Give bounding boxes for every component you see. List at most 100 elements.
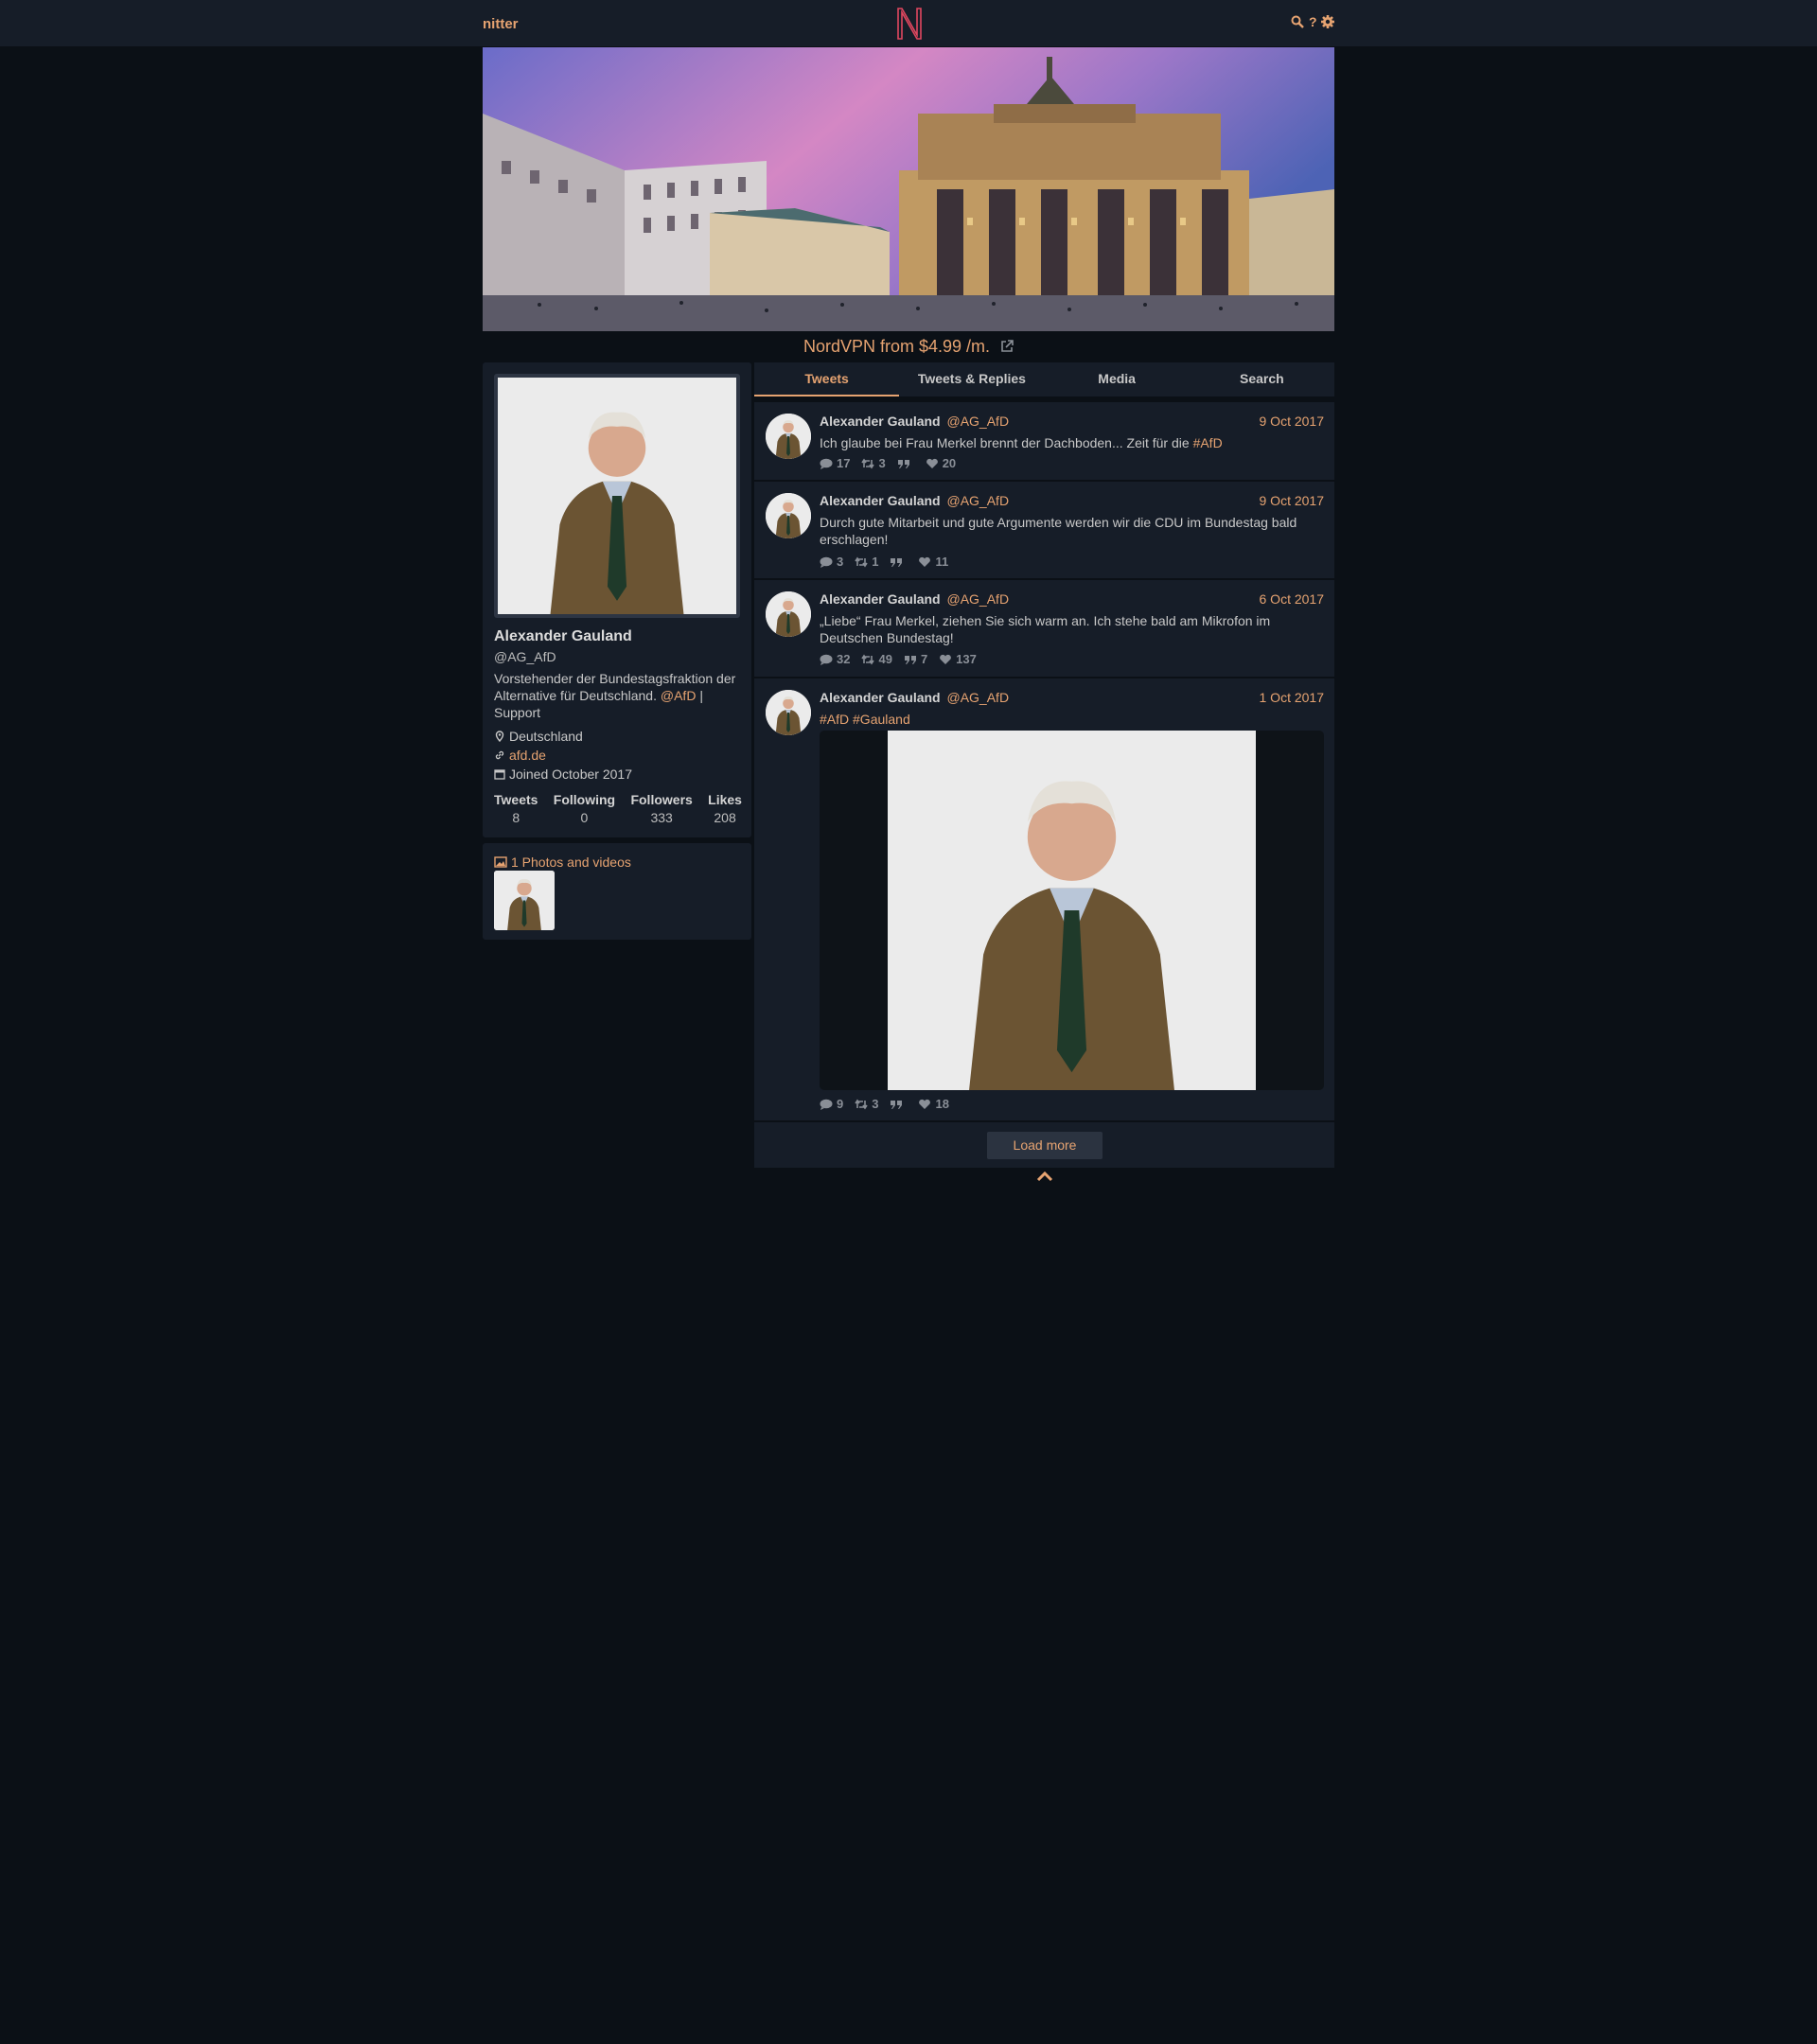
stat-label: Tweets xyxy=(494,792,538,807)
tweet-date[interactable]: 9 Oct 2017 xyxy=(1260,414,1325,429)
tweet-avatar[interactable] xyxy=(766,591,811,637)
heart-icon xyxy=(926,458,938,468)
tweet-author-handle[interactable]: @AG_AfD xyxy=(946,591,1009,607)
reply-count: 3 xyxy=(820,555,843,569)
reply-count-value: 9 xyxy=(837,1097,844,1111)
scroll-to-top-icon[interactable] xyxy=(1036,1170,1053,1183)
nitter-logo-icon[interactable] xyxy=(895,7,924,41)
tweet-author-name[interactable]: Alexander Gauland xyxy=(820,414,941,429)
heart-icon xyxy=(940,654,952,664)
comment-icon xyxy=(820,458,833,469)
gear-icon[interactable] xyxy=(1321,15,1334,28)
tweet-text: Ich glaube bei Frau Merkel brennt der Da… xyxy=(820,435,1190,450)
retweet-count: 3 xyxy=(855,1097,878,1111)
profile-handle[interactable]: @AG_AfD xyxy=(494,649,556,664)
quote-icon xyxy=(891,557,903,567)
timeline-footer: Load more xyxy=(754,1122,1334,1168)
reply-count-value: 17 xyxy=(837,456,851,470)
profile-website: afd.de xyxy=(494,748,546,763)
search-icon[interactable] xyxy=(1291,15,1304,28)
timeline-tabs: Tweets Tweets & Replies Media Search xyxy=(754,362,1334,396)
brand-link[interactable]: nitter xyxy=(483,16,519,32)
tweet-avatar[interactable] xyxy=(766,493,811,538)
profile-bio: Vorstehender der Bundestagsfraktion der … xyxy=(494,670,745,721)
retweet-count: 1 xyxy=(855,555,878,569)
retweet-count-value: 3 xyxy=(878,456,886,470)
like-count-value: 20 xyxy=(942,456,957,470)
website-link[interactable]: afd.de xyxy=(509,748,546,763)
tweet-author-name[interactable]: Alexander Gauland xyxy=(820,493,941,508)
profile-avatar[interactable] xyxy=(494,374,740,618)
tweet-author-name[interactable]: Alexander Gauland xyxy=(820,591,941,607)
load-more-button[interactable]: Load more xyxy=(987,1132,1103,1159)
tweet-author-handle[interactable]: @AG_AfD xyxy=(946,690,1009,705)
retweet-count-value: 49 xyxy=(878,652,892,666)
tweet-date[interactable]: 6 Oct 2017 xyxy=(1260,591,1325,607)
tweet-item[interactable]: Alexander Gauland @AG_AfD 9 Oct 2017 Dur… xyxy=(754,482,1334,578)
photo-rail-thumbnail[interactable] xyxy=(494,871,555,930)
like-count: 137 xyxy=(939,652,977,666)
stat-following[interactable]: Following 0 xyxy=(554,792,615,825)
profile-location: Deutschland xyxy=(494,729,583,744)
tab-tweets[interactable]: Tweets xyxy=(754,362,900,396)
reply-count: 32 xyxy=(820,652,850,666)
retweet-count: 49 xyxy=(861,652,892,666)
sponsored-ad-link[interactable]: NordVPN from $4.99 /m. xyxy=(483,337,1334,358)
tweet-date[interactable]: 9 Oct 2017 xyxy=(1260,493,1325,508)
stat-label: Following xyxy=(553,792,616,807)
stat-tweets[interactable]: Tweets 8 xyxy=(494,792,538,825)
tweet-media[interactable] xyxy=(820,731,1324,1090)
like-count: 18 xyxy=(918,1097,949,1111)
bio-mention-link[interactable]: @AfD xyxy=(661,688,697,703)
comment-icon xyxy=(820,654,833,665)
reply-count: 9 xyxy=(820,1097,843,1111)
quote-count xyxy=(897,456,914,470)
quote-count-value: 7 xyxy=(920,652,928,666)
tweet-stats: 17 3 20 xyxy=(820,456,956,470)
profile-joined: Joined October 2017 xyxy=(494,766,632,782)
tweet-author-handle[interactable]: @AG_AfD xyxy=(946,493,1009,508)
tweet-author-name[interactable]: Alexander Gauland xyxy=(820,690,941,705)
comment-icon xyxy=(820,556,833,568)
stat-likes[interactable]: Likes 208 xyxy=(708,792,742,825)
retweet-icon xyxy=(861,458,875,468)
help-icon[interactable]: ? xyxy=(1309,15,1317,30)
tweet-stats: 9 3 18 xyxy=(820,1097,949,1111)
tweet-date[interactable]: 1 Oct 2017 xyxy=(1260,690,1325,705)
hashtag-link[interactable]: #AfD xyxy=(1193,435,1223,450)
joined-text: Joined October 2017 xyxy=(509,766,632,782)
retweet-icon xyxy=(861,654,875,664)
location-pin-icon xyxy=(495,731,504,742)
photo-rail-label[interactable]: 1 Photos and videos xyxy=(511,855,631,870)
tweet-author-handle[interactable]: @AG_AfD xyxy=(946,414,1009,429)
tab-tweets-replies[interactable]: Tweets & Replies xyxy=(899,362,1044,396)
photo-rail: 1 Photos and videos xyxy=(483,843,751,940)
image-icon xyxy=(494,856,507,868)
tweet-item[interactable]: Alexander Gauland @AG_AfD 6 Oct 2017 „Li… xyxy=(754,580,1334,677)
stat-value: 333 xyxy=(650,810,673,825)
profile-name[interactable]: Alexander Gauland xyxy=(494,628,632,645)
tweet-avatar[interactable] xyxy=(766,690,811,735)
reply-count-value: 3 xyxy=(837,555,844,569)
stat-followers[interactable]: Followers 333 xyxy=(630,792,692,825)
tab-search[interactable]: Search xyxy=(1190,362,1334,396)
tweet-header: Alexander Gauland @AG_AfD 6 Oct 2017 xyxy=(820,591,1324,608)
ad-text[interactable]: NordVPN from $4.99 /m. xyxy=(803,337,990,356)
retweet-count-value: 1 xyxy=(872,555,879,569)
tweet-item[interactable]: Alexander Gauland @AG_AfD 1 Oct 2017 #Af… xyxy=(754,678,1334,1120)
tweet-header: Alexander Gauland @AG_AfD 9 Oct 2017 xyxy=(820,493,1324,510)
tab-media[interactable]: Media xyxy=(1045,362,1190,396)
tweet-header: Alexander Gauland @AG_AfD 9 Oct 2017 xyxy=(820,414,1324,431)
tweet-photo[interactable] xyxy=(888,731,1256,1090)
tweet-stats: 32 49 7 137 xyxy=(820,652,977,666)
tweet-item[interactable]: Alexander Gauland @AG_AfD 9 Oct 2017 Ich… xyxy=(754,402,1334,480)
photo-rail-title[interactable]: 1 Photos and videos xyxy=(494,855,631,870)
hashtag-link[interactable]: #AfD #Gauland xyxy=(820,712,910,727)
like-count-value: 11 xyxy=(935,555,949,569)
like-count-value: 18 xyxy=(935,1097,949,1111)
link-icon xyxy=(495,750,504,760)
calendar-icon xyxy=(494,769,505,780)
tweet-avatar[interactable] xyxy=(766,414,811,459)
retweet-icon xyxy=(855,1099,868,1109)
reply-count-value: 32 xyxy=(837,652,851,666)
